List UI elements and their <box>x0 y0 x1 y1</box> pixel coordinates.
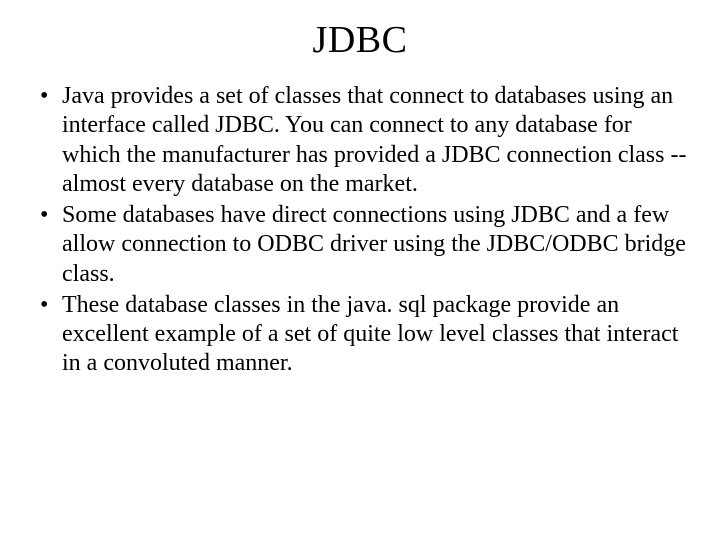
bullet-list: Java provides a set of classes that conn… <box>28 82 692 379</box>
list-item: Some databases have direct connections u… <box>36 201 692 289</box>
list-item: These database classes in the java. sql … <box>36 291 692 379</box>
slide-title: JDBC <box>28 18 692 62</box>
list-item: Java provides a set of classes that conn… <box>36 82 692 199</box>
